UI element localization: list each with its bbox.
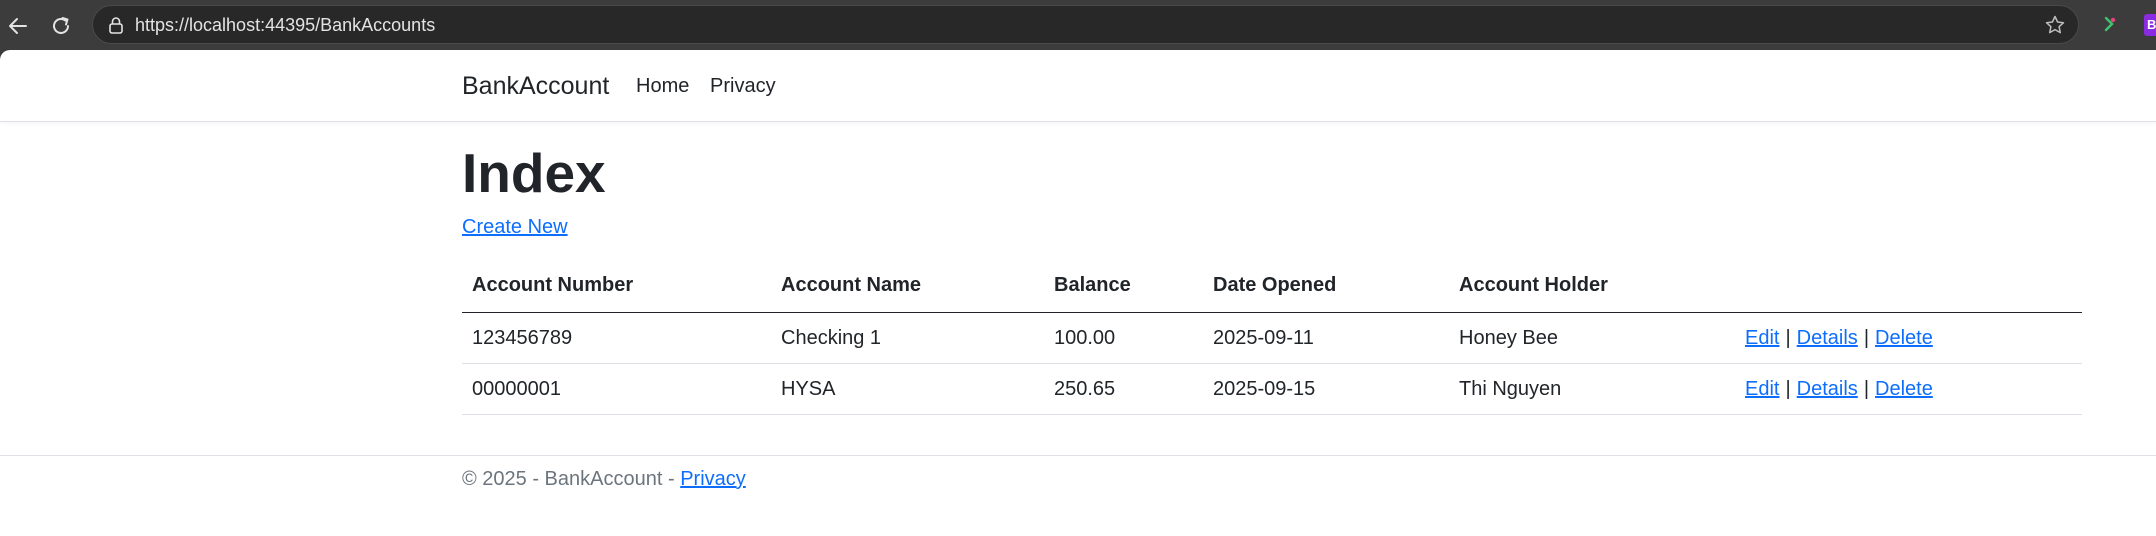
table-header-row: Account Number Account Name Balance Date… <box>462 258 2082 313</box>
copyright-text: © 2025 - BankAccount - <box>462 468 681 490</box>
page-title: Index <box>462 142 606 204</box>
delete-link[interactable]: Delete <box>1875 327 1933 350</box>
column-header-account-number: Account Number <box>472 273 634 296</box>
account-name-cell: HYSA <box>781 377 836 400</box>
lock-icon[interactable] <box>107 16 125 34</box>
footer-text: © 2025 - BankAccount - Privacy <box>462 468 746 491</box>
row-actions: Edit | Details | Delete <box>1745 364 1933 414</box>
account-holder-cell: Honey Bee <box>1459 326 1558 349</box>
column-header-account-name: Account Name <box>781 273 922 296</box>
account-holder-cell: Thi Nguyen <box>1459 377 1562 400</box>
account-number-cell: 123456789 <box>472 326 573 349</box>
create-new-link[interactable]: Create New <box>462 216 568 239</box>
date-opened-cell: 2025-09-15 <box>1213 377 1316 400</box>
back-arrow-icon[interactable] <box>2 10 34 42</box>
balance-cell: 100.00 <box>1054 326 1116 349</box>
navbar-brand[interactable]: BankAccount <box>462 72 609 101</box>
reload-icon[interactable] <box>45 10 77 42</box>
extension-icon[interactable] <box>2100 14 2120 34</box>
nav-link-home[interactable]: Home <box>636 75 689 98</box>
row-actions: Edit | Details | Delete <box>1745 313 1933 363</box>
column-header-balance: Balance <box>1054 273 1131 296</box>
account-name-cell: Checking 1 <box>781 326 882 349</box>
column-header-date-opened: Date Opened <box>1213 273 1337 296</box>
star-icon[interactable] <box>2044 14 2066 36</box>
table-row: 00000001 HYSA 250.65 2025-09-15 Thi Nguy… <box>462 364 2082 415</box>
url-text[interactable]: https://localhost:44395/BankAccounts <box>135 14 435 36</box>
edit-link[interactable]: Edit <box>1745 327 1779 350</box>
footer: © 2025 - BankAccount - Privacy <box>0 455 2156 536</box>
date-opened-cell: 2025-09-11 <box>1213 326 1314 349</box>
action-separator: | <box>1863 326 1870 349</box>
extension-badge[interactable]: B <box>2144 14 2156 36</box>
page: BankAccount Home Privacy Index Create Ne… <box>0 50 2156 536</box>
address-bar[interactable]: https://localhost:44395/BankAccounts <box>92 5 2079 44</box>
action-separator: | <box>1785 326 1791 349</box>
account-number-cell: 00000001 <box>472 377 561 400</box>
nav-link-privacy[interactable]: Privacy <box>710 75 776 98</box>
edit-link[interactable]: Edit <box>1745 378 1779 401</box>
footer-privacy-link[interactable]: Privacy <box>680 468 746 490</box>
action-separator: | <box>1785 377 1791 400</box>
action-separator: | <box>1863 377 1870 400</box>
navbar: BankAccount Home Privacy <box>0 50 2156 122</box>
column-header-account-holder: Account Holder <box>1459 273 1608 296</box>
balance-cell: 250.65 <box>1054 377 1116 400</box>
browser-toolbar: https://localhost:44395/BankAccounts B <box>0 0 2156 50</box>
details-link[interactable]: Details <box>1797 378 1858 401</box>
delete-link[interactable]: Delete <box>1875 378 1933 401</box>
table-row: 123456789 Checking 1 100.00 2025-09-11 H… <box>462 313 2082 364</box>
details-link[interactable]: Details <box>1797 327 1858 350</box>
